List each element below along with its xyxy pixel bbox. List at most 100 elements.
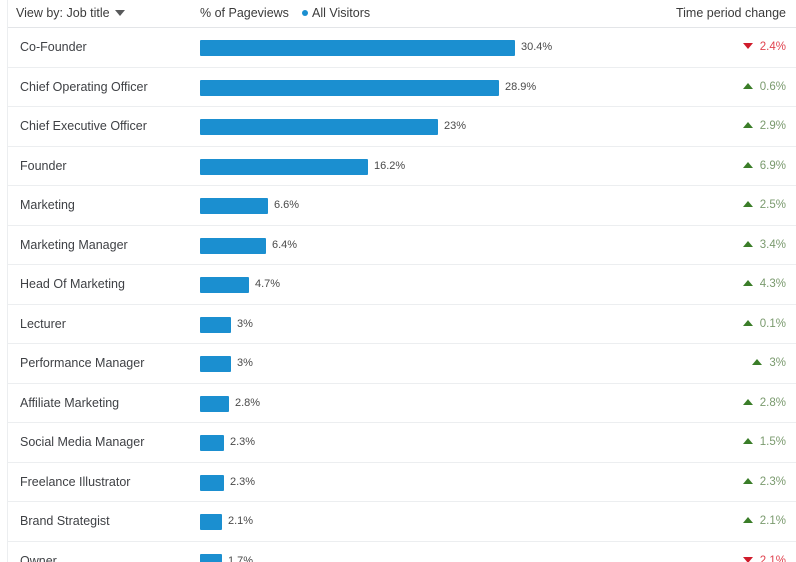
bar-cell: 16.2% bbox=[200, 147, 660, 187]
job-title-label: Lecturer bbox=[20, 316, 66, 331]
pageviews-by-job-title-panel: View by: Job title % of Pageviews All Vi… bbox=[0, 0, 796, 562]
table-row[interactable]: Founder 16.2% 6.9% bbox=[0, 146, 796, 187]
table-row[interactable]: Chief Operating Officer 28.9% 0.6% bbox=[0, 67, 796, 107]
time-period-change-cell: 6.9% bbox=[666, 147, 786, 187]
triangle-up-icon bbox=[742, 161, 753, 168]
pageviews-bar[interactable] bbox=[200, 119, 438, 135]
job-title-label: Head Of Marketing bbox=[20, 277, 125, 291]
pageviews-value: 2.3% bbox=[230, 436, 256, 448]
pageviews-value: 30.4% bbox=[521, 41, 553, 53]
pageviews-bar[interactable] bbox=[200, 435, 224, 451]
bar-cell: 2.8% bbox=[200, 384, 660, 424]
table-row[interactable]: Marketing 6.6% 2.5% bbox=[0, 186, 796, 226]
pageviews-value: 1.7% bbox=[228, 554, 254, 562]
time-period-change-cell: 3% bbox=[666, 344, 786, 384]
column-header-time-period-change: Time period change bbox=[675, 6, 786, 20]
time-period-change-cell: 1.5% bbox=[666, 423, 786, 463]
pageviews-bar[interactable] bbox=[200, 237, 266, 254]
view-by-dropdown[interactable]: View by: Job title bbox=[16, 0, 125, 27]
table-row[interactable]: Co-Founder 30.4% 2.4% bbox=[0, 28, 796, 68]
pageviews-bar[interactable] bbox=[200, 474, 224, 491]
triangle-up-icon bbox=[742, 122, 753, 128]
triangle-up-icon bbox=[742, 280, 753, 286]
triangle-down-icon bbox=[742, 43, 753, 49]
change-value: 0.1% bbox=[759, 317, 786, 330]
bar-cell: 2.1% bbox=[200, 502, 660, 542]
legend-label: All Visitors bbox=[312, 6, 371, 20]
pageviews-bar[interactable] bbox=[200, 356, 231, 372]
time-period-change-cell: 2.5% bbox=[666, 186, 786, 226]
pageviews-value: 3% bbox=[237, 357, 253, 369]
change-value: 2.9% bbox=[759, 120, 786, 132]
table-row[interactable]: Chief Executive Officer 23% 2.9% bbox=[0, 107, 796, 147]
time-period-change-cell: 4.3% bbox=[666, 265, 786, 305]
table-row[interactable]: Freelance Illustrator 2.3% 2.3% bbox=[0, 462, 796, 503]
time-period-change-cell: 3.4% bbox=[666, 226, 786, 266]
job-title-label: Marketing bbox=[20, 198, 75, 212]
change-value: 2.1% bbox=[759, 554, 786, 562]
job-title-label: Owner bbox=[20, 553, 57, 562]
bar-cell: 3% bbox=[200, 305, 660, 345]
table-row[interactable]: Brand Strategist 2.1% 2.1% bbox=[0, 502, 796, 542]
table-row[interactable]: Social Media Manager 2.3% 1.5% bbox=[0, 423, 796, 463]
pageviews-value: 28.9% bbox=[505, 80, 537, 93]
table-row[interactable]: Marketing Manager 6.4% 3.4% bbox=[0, 225, 796, 266]
time-period-change-cell: 2.4% bbox=[666, 28, 786, 68]
pageviews-bar[interactable] bbox=[200, 158, 368, 175]
column-header-pageviews: % of Pageviews bbox=[200, 6, 289, 20]
pageviews-bar[interactable] bbox=[200, 79, 499, 96]
job-title-label: Brand Strategist bbox=[20, 514, 110, 528]
view-by-label: View by: Job title bbox=[16, 6, 110, 20]
pageviews-bar[interactable] bbox=[200, 277, 249, 293]
panel-left-rail bbox=[0, 0, 8, 562]
change-value: 4.3% bbox=[759, 278, 786, 290]
job-title-label: Social Media Manager bbox=[20, 435, 145, 449]
time-period-change-cell: 2.9% bbox=[666, 107, 786, 147]
table-row[interactable]: Owner 1.7% 2.1% bbox=[0, 541, 796, 562]
pageviews-bar[interactable] bbox=[200, 514, 222, 530]
legend-all-visitors[interactable]: All Visitors bbox=[302, 0, 370, 27]
pageviews-value: 6.4% bbox=[272, 238, 298, 251]
pageviews-value: 6.6% bbox=[274, 199, 300, 211]
pageviews-value: 4.7% bbox=[255, 278, 281, 290]
time-period-change-cell: 0.1% bbox=[666, 305, 786, 345]
job-title-label: Co-Founder bbox=[20, 40, 87, 54]
pageviews-bar[interactable] bbox=[200, 316, 231, 333]
pageviews-value: 3% bbox=[237, 317, 253, 330]
pageviews-value: 23% bbox=[444, 120, 467, 132]
pageviews-bar[interactable] bbox=[200, 395, 229, 412]
bar-cell: 6.4% bbox=[200, 226, 660, 266]
job-title-label: Chief Executive Officer bbox=[20, 119, 147, 133]
table-row[interactable]: Head Of Marketing 4.7% 4.3% bbox=[0, 265, 796, 305]
job-title-rows: Co-Founder 30.4% 2.4% Chief Operating Offic… bbox=[0, 28, 796, 562]
job-title-label: Chief Operating Officer bbox=[20, 79, 148, 94]
table-row[interactable]: Performance Manager 3% 3% bbox=[0, 344, 796, 384]
legend-dot-icon bbox=[302, 10, 308, 16]
triangle-up-icon bbox=[742, 438, 753, 444]
job-title-label: Freelance Illustrator bbox=[20, 474, 131, 489]
bar-cell: 23% bbox=[200, 107, 660, 147]
triangle-up-icon bbox=[742, 240, 753, 247]
bar-cell: 1.7% bbox=[200, 542, 660, 562]
pageviews-bar[interactable] bbox=[200, 553, 222, 562]
pageviews-value: 2.3% bbox=[230, 475, 256, 488]
triangle-down-icon bbox=[742, 556, 753, 562]
bar-cell: 6.6% bbox=[200, 186, 660, 226]
pageviews-bar[interactable] bbox=[200, 40, 515, 56]
change-value: 0.6% bbox=[759, 80, 786, 93]
change-value: 2.3% bbox=[759, 475, 786, 488]
bar-cell: 4.7% bbox=[200, 265, 660, 305]
job-title-label: Marketing Manager bbox=[20, 237, 128, 252]
triangle-up-icon bbox=[752, 359, 763, 365]
pageviews-value: 16.2% bbox=[374, 159, 406, 172]
triangle-up-icon bbox=[742, 477, 753, 484]
time-period-change-cell: 2.1% bbox=[666, 502, 786, 542]
change-value: 6.9% bbox=[759, 159, 786, 172]
table-row[interactable]: Lecturer 3% 0.1% bbox=[0, 304, 796, 345]
time-period-change-cell: 2.3% bbox=[666, 463, 786, 503]
chevron-down-icon bbox=[114, 10, 125, 16]
table-row[interactable]: Affiliate Marketing 2.8% 2.8% bbox=[0, 383, 796, 424]
change-value: 2.1% bbox=[759, 515, 786, 527]
pageviews-bar[interactable] bbox=[200, 198, 268, 214]
change-value: 3% bbox=[769, 357, 786, 369]
